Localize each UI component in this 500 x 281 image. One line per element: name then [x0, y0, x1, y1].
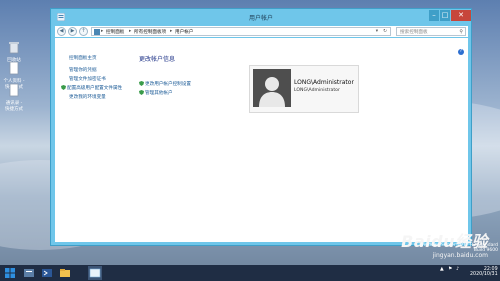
watermark-url: jingyan.baidu.com	[432, 252, 488, 259]
control-panel-icon	[94, 29, 100, 35]
taskbar: ▲ ⚑ ♪ 22:09 2020/10/31	[0, 265, 500, 281]
network-icon[interactable]: ▲	[440, 267, 444, 272]
user-accounts-window: 用户帐户 – □ ✕ ◀ ▶ ↑ ▸ 控制面板 ▸ 所有控制面板项 ▸ 用户帐户…	[50, 8, 472, 246]
sidebar-link-encryption[interactable]: 管理文件加密证书	[69, 76, 106, 82]
breadcrumb-item-all-items[interactable]: 所有控制面板项	[134, 29, 166, 35]
sidebar-link-profile-properties[interactable]: 配置高级用户配置文件属性	[61, 85, 122, 91]
sidebar-link-env-vars[interactable]: 更改我的环境变量	[69, 94, 106, 100]
sidebar-link-label: 配置高级用户配置文件属性	[67, 86, 123, 91]
file-explorer-icon[interactable]	[58, 266, 72, 280]
document-shortcut-icon	[9, 83, 19, 97]
sidebar-link-home[interactable]: 控制面板主页	[69, 55, 97, 61]
maximize-button[interactable]: □	[440, 10, 450, 21]
clock-date: 2020/10/31	[470, 272, 498, 277]
server-manager-icon[interactable]	[22, 266, 36, 280]
control-panel-taskbar-icon[interactable]	[88, 266, 102, 280]
document-shortcut-icon	[9, 61, 19, 75]
content-pane: ? 控制面板主页 管理你的凭据 管理文件加密证书 配置高级用户配置文件属性 更改…	[55, 38, 468, 242]
user-silhouette-icon	[259, 77, 285, 107]
address-bar: ◀ ▶ ↑ ▸ 控制面板 ▸ 所有控制面板项 ▸ 用户帐户 ▾ ↻ 搜索控制面板…	[55, 26, 468, 37]
breadcrumb-separator: ▸	[170, 29, 173, 34]
breadcrumb-separator: ▸	[101, 29, 104, 34]
avatar	[253, 69, 291, 107]
forward-button[interactable]: ▶	[68, 27, 77, 36]
breadcrumb-separator: ▸	[129, 29, 132, 34]
shield-icon	[139, 81, 144, 86]
desktop-icon-label: 通讯录 - 快捷方式	[5, 101, 23, 112]
minimize-button[interactable]: –	[429, 10, 439, 21]
search-placeholder: 搜索控制面板	[400, 30, 428, 35]
back-button[interactable]: ◀	[57, 27, 66, 36]
title-bar[interactable]: 用户帐户 – □ ✕	[51, 9, 471, 25]
page-heading: 更改帐户信息	[139, 56, 176, 63]
user-name: LONG\Administrator	[294, 79, 354, 86]
os-build: Build 9600	[473, 248, 498, 253]
user-subtitle: LONG\Administrator	[294, 88, 340, 93]
recycle-bin-icon	[9, 42, 19, 54]
desktop-icon-contacts[interactable]: 通讯录 - 快捷方式	[3, 83, 25, 113]
close-button[interactable]: ✕	[451, 10, 471, 21]
shield-icon	[61, 85, 66, 90]
task-link-manage-accounts[interactable]: 管理其他帐户	[139, 90, 173, 96]
shield-icon	[139, 90, 144, 95]
breadcrumb-item-user-accounts[interactable]: 用户帐户	[175, 29, 193, 35]
help-icon[interactable]: ?	[458, 49, 464, 55]
search-icon: ⚲	[459, 29, 463, 35]
flag-icon[interactable]: ⚑	[448, 267, 452, 272]
up-button[interactable]: ↑	[79, 27, 88, 36]
user-card: LONG\Administrator LONG\Administrator	[249, 65, 359, 113]
task-link-label: 管理其他帐户	[145, 91, 173, 96]
powershell-icon[interactable]	[40, 266, 54, 280]
breadcrumb-item-control-panel[interactable]: 控制面板	[106, 29, 124, 35]
refresh-icon[interactable]: ↻	[383, 29, 387, 34]
start-button-icon[interactable]	[3, 266, 17, 280]
os-build-info: Windows Server 2012 R2 Standard Build 96…	[420, 243, 498, 253]
address-input[interactable]: ▸ 控制面板 ▸ 所有控制面板项 ▸ 用户帐户 ▾ ↻	[91, 27, 391, 36]
sidebar-link-credentials[interactable]: 管理你的凭据	[69, 67, 97, 73]
history-dropdown-icon[interactable]: ▾	[376, 29, 378, 34]
window-title: 用户帐户	[248, 15, 273, 22]
clock[interactable]: 22:09 2020/10/31	[470, 267, 498, 277]
task-link-label: 更改用户帐户控制设置	[145, 82, 191, 87]
volume-icon[interactable]: ♪	[456, 267, 459, 272]
task-link-uac[interactable]: 更改用户帐户控制设置	[139, 81, 191, 87]
search-input[interactable]: 搜索控制面板 ⚲	[396, 27, 466, 36]
